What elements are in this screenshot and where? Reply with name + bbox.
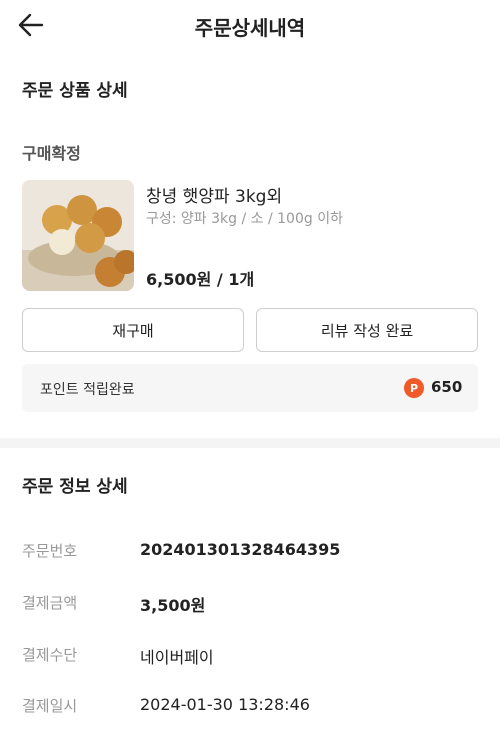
point-icon: P	[404, 378, 424, 398]
point-label: 포인트 적립완료	[40, 382, 135, 398]
product-option: 구성: 양파 3kg / 소 / 100g 이하	[146, 211, 343, 227]
payment-datetime-label: 결제일시	[22, 697, 78, 715]
order-status: 구매확정	[22, 144, 81, 163]
order-number-label: 주문번호	[22, 542, 78, 560]
point-earned-box: 포인트 적립완료 P 650	[22, 364, 478, 412]
payment-amount-value: 3,500원	[140, 596, 206, 615]
section-divider	[0, 438, 500, 448]
product-thumbnail[interactable]	[22, 180, 134, 291]
review-done-button[interactable]: 리뷰 작성 완료	[256, 308, 478, 352]
payment-method-value: 네이버페이	[140, 648, 214, 667]
point-value: 650	[431, 378, 463, 396]
payment-datetime-value: 2024-01-30 13:28:46	[140, 695, 310, 714]
order-number-value: 20240130132846439​5	[140, 540, 341, 559]
payment-amount-label: 결제금액	[22, 594, 78, 612]
page-title: 주문상세내역	[194, 16, 306, 40]
top-bar: 주문상세내역	[0, 0, 500, 50]
payment-method-label: 결제수단	[22, 646, 78, 664]
order-info-section-title: 주문 정보 상세	[22, 477, 128, 497]
product-section-title: 주문 상품 상세	[22, 81, 128, 101]
product-price-quantity: 6,500원 / 1개	[146, 270, 255, 289]
rebuy-button[interactable]: 재구매	[22, 308, 244, 352]
product-name[interactable]: 창녕 햇양파 3kg외	[146, 182, 282, 207]
